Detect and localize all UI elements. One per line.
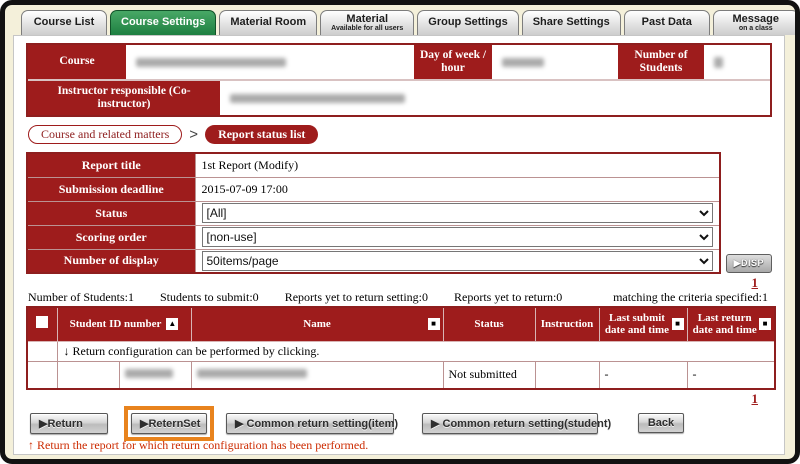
stat-yet-return-setting: Reports yet to return setting:0 <box>285 290 428 305</box>
filter-table: Report title 1st Report (Modify) Submiss… <box>26 152 721 274</box>
redacted-student-id <box>125 369 173 378</box>
filter-section: Report title 1st Report (Modify) Submiss… <box>26 152 772 274</box>
col-status-label: Status <box>474 318 503 331</box>
stat-students-to-submit: Students to submit:0 <box>160 290 259 305</box>
sort-toggle-icon[interactable]: ■ <box>672 318 684 330</box>
num-students-value <box>706 45 770 79</box>
breadcrumb-separator-icon: > <box>189 126 198 143</box>
instructor-value <box>222 81 770 115</box>
col-last-submit-label: Last submit date and time <box>602 312 673 337</box>
pagination-top: 1 <box>26 275 772 290</box>
status-label: Status <box>27 201 195 225</box>
report-list-table: Student ID number ▲ Name ■ Status Instru… <box>26 306 776 390</box>
app-window: Course List Course Settings Material Roo… <box>0 0 800 464</box>
action-button-row: ▶Return ▶ReternSet ▶ Common return setti… <box>26 411 772 435</box>
tab-sublabel: Available for all users <box>331 25 403 32</box>
sort-toggle-icon[interactable]: ■ <box>759 318 771 330</box>
submission-deadline-label: Submission deadline <box>27 177 195 201</box>
status-select[interactable]: [All] <box>202 203 713 223</box>
row-last-submit-cell: - <box>599 361 687 389</box>
redacted-day-of-week <box>502 58 544 67</box>
tab-group-settings[interactable]: Group Settings <box>417 10 518 35</box>
annotation-highlight-box: ▶ReternSet <box>124 406 214 441</box>
instructor-label: Instructor responsible (Co-instructor) <box>28 81 222 115</box>
row-instruction-cell <box>535 361 599 389</box>
day-of-week-value <box>494 45 616 79</box>
common-return-setting-student-button[interactable]: ▶ Common return setting(student) <box>422 413 598 434</box>
table-note-row: ↓ Return configuration can be performed … <box>27 341 775 361</box>
tab-label: Course List <box>34 17 95 28</box>
number-of-display-label: Number of display <box>27 249 195 273</box>
col-last-return-label: Last return date and time <box>690 312 761 337</box>
pagination-bottom: 1 <box>26 391 772 406</box>
back-button[interactable]: Back <box>638 413 684 433</box>
disp-button[interactable]: ▶DISP <box>726 254 772 273</box>
redacted-num-students <box>714 57 723 68</box>
row-last-return-cell: - <box>687 361 775 389</box>
redacted-instructor-name <box>230 94 405 103</box>
col-instruction-label: Instruction <box>541 318 594 331</box>
tab-label: Message <box>733 14 779 25</box>
return-footnote: ↑ Return the report for which return con… <box>26 438 772 453</box>
col-name-label: Name <box>303 318 331 331</box>
scoring-order-select[interactable]: [non-use] <box>202 227 713 247</box>
col-student-id-label: Student ID number <box>70 318 162 331</box>
main-panel: Course Day of week / hour Number of Stud… <box>13 35 785 455</box>
course-value <box>128 45 412 79</box>
tab-sublabel: on a class <box>739 25 773 32</box>
tab-material-room[interactable]: Material Room <box>219 10 317 35</box>
tab-course-settings[interactable]: Course Settings <box>110 10 216 35</box>
report-title-label: Report title <box>27 153 195 177</box>
num-students-label: Number of Students <box>616 45 706 79</box>
table-row[interactable]: Not submitted - - <box>27 361 775 389</box>
common-return-setting-item-button[interactable]: ▶ Common return setting(item) <box>226 413 394 434</box>
breadcrumb-report-status-list: Report status list <box>205 125 318 144</box>
tab-label: Material Room <box>230 17 306 28</box>
tab-label: Past Data <box>642 17 692 28</box>
sort-asc-icon[interactable]: ▲ <box>166 318 178 330</box>
display-count-select[interactable]: 50items/page <box>202 251 713 271</box>
tab-label: Course Settings <box>121 17 205 28</box>
course-label: Course <box>28 45 128 79</box>
row-return-setting-cell[interactable] <box>57 361 119 389</box>
stat-matching-criteria: matching the criteria specified:1 <box>613 290 768 305</box>
day-of-week-label: Day of week / hour <box>412 45 494 79</box>
row-status-cell: Not submitted <box>443 361 535 389</box>
stat-number-of-students: Number of Students:1 <box>28 290 134 305</box>
course-info-table: Course Day of week / hour Number of Stud… <box>26 43 772 117</box>
row-name-cell <box>191 361 443 389</box>
table-header-row: Student ID number ▲ Name ■ Status Instru… <box>27 307 775 341</box>
stat-yet-to-return: Reports yet to return:0 <box>454 290 562 305</box>
breadcrumb-course-related[interactable]: Course and related matters <box>28 125 182 144</box>
row-checkbox-cell <box>27 361 57 389</box>
retern-set-button[interactable]: ▶ReternSet <box>131 413 207 434</box>
tab-course-list[interactable]: Course List <box>21 10 107 35</box>
select-all-checkbox[interactable] <box>36 316 48 328</box>
scoring-order-label: Scoring order <box>27 225 195 249</box>
row-student-id-cell <box>119 361 191 389</box>
breadcrumb: Course and related matters > Report stat… <box>28 124 772 145</box>
tab-label: Material <box>346 14 388 25</box>
page-link-top[interactable]: 1 <box>752 275 759 290</box>
tab-past-data[interactable]: Past Data <box>624 10 710 35</box>
tab-share-settings[interactable]: Share Settings <box>522 10 621 35</box>
page-link-bottom[interactable]: 1 <box>752 391 759 406</box>
tab-material-all-users[interactable]: Material Available for all users <box>320 10 414 35</box>
return-config-note: ↓ Return configuration can be performed … <box>57 341 775 361</box>
sort-toggle-icon[interactable]: ■ <box>428 318 440 330</box>
tab-message-on-class[interactable]: Message on a class <box>713 10 799 35</box>
tab-label: Share Settings <box>533 17 610 28</box>
tab-label: Group Settings <box>428 17 507 28</box>
redacted-student-name <box>197 369 307 378</box>
report-title-value: 1st Report (Modify) <box>195 153 720 177</box>
stats-line: Number of Students:1 Students to submit:… <box>26 290 772 306</box>
return-button[interactable]: ▶Return <box>30 413 108 434</box>
submission-deadline-value: 2015-07-09 17:00 <box>195 177 720 201</box>
tab-bar: Course List Course Settings Material Roo… <box>13 8 785 35</box>
redacted-course-name <box>136 58 286 67</box>
